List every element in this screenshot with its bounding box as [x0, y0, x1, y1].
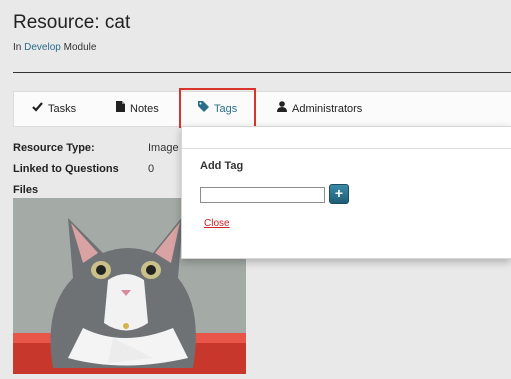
files-heading: Files: [13, 184, 38, 196]
linked-questions-value: 0: [148, 163, 155, 175]
resource-type-row: Resource Type: Image: [13, 142, 179, 154]
document-icon: [116, 92, 125, 126]
add-tag-button[interactable]: +: [329, 184, 349, 204]
add-tag-heading: Add Tag: [200, 160, 244, 172]
tab-administrators[interactable]: Administrators: [277, 92, 362, 126]
tag-input[interactable]: [200, 187, 325, 203]
tab-tasks[interactable]: Tasks: [32, 92, 76, 126]
tab-bar: Tasks Notes Tags Administrators: [13, 91, 511, 127]
resource-type-label: Resource Type:: [13, 142, 95, 154]
tab-notes-label: Notes: [130, 103, 159, 115]
linked-questions-label: Linked to Questions: [13, 163, 119, 175]
tags-tab-highlight: [179, 88, 256, 128]
user-icon: [277, 92, 287, 126]
popup-divider: [182, 148, 511, 149]
resource-type-value: Image: [148, 142, 179, 154]
develop-module-link[interactable]: Develop: [24, 42, 61, 53]
linked-questions-row: Linked to Questions 0: [13, 163, 154, 175]
files-label: Files: [13, 184, 39, 196]
plus-icon: +: [334, 185, 344, 201]
header-divider: [13, 72, 511, 73]
tab-tasks-label: Tasks: [48, 103, 77, 115]
page-subtitle: In Develop Module: [13, 42, 96, 53]
subtitle-suffix: Module: [63, 42, 97, 53]
add-tag-popup: Add Tag + Close: [181, 126, 511, 259]
tab-administrators-label: Administrators: [292, 103, 363, 115]
tab-notes[interactable]: Notes: [116, 92, 159, 126]
check-icon: [32, 92, 43, 126]
page-title: Resource: cat: [13, 12, 131, 33]
close-link[interactable]: Close: [204, 218, 230, 229]
subtitle-prefix: In: [13, 42, 22, 53]
